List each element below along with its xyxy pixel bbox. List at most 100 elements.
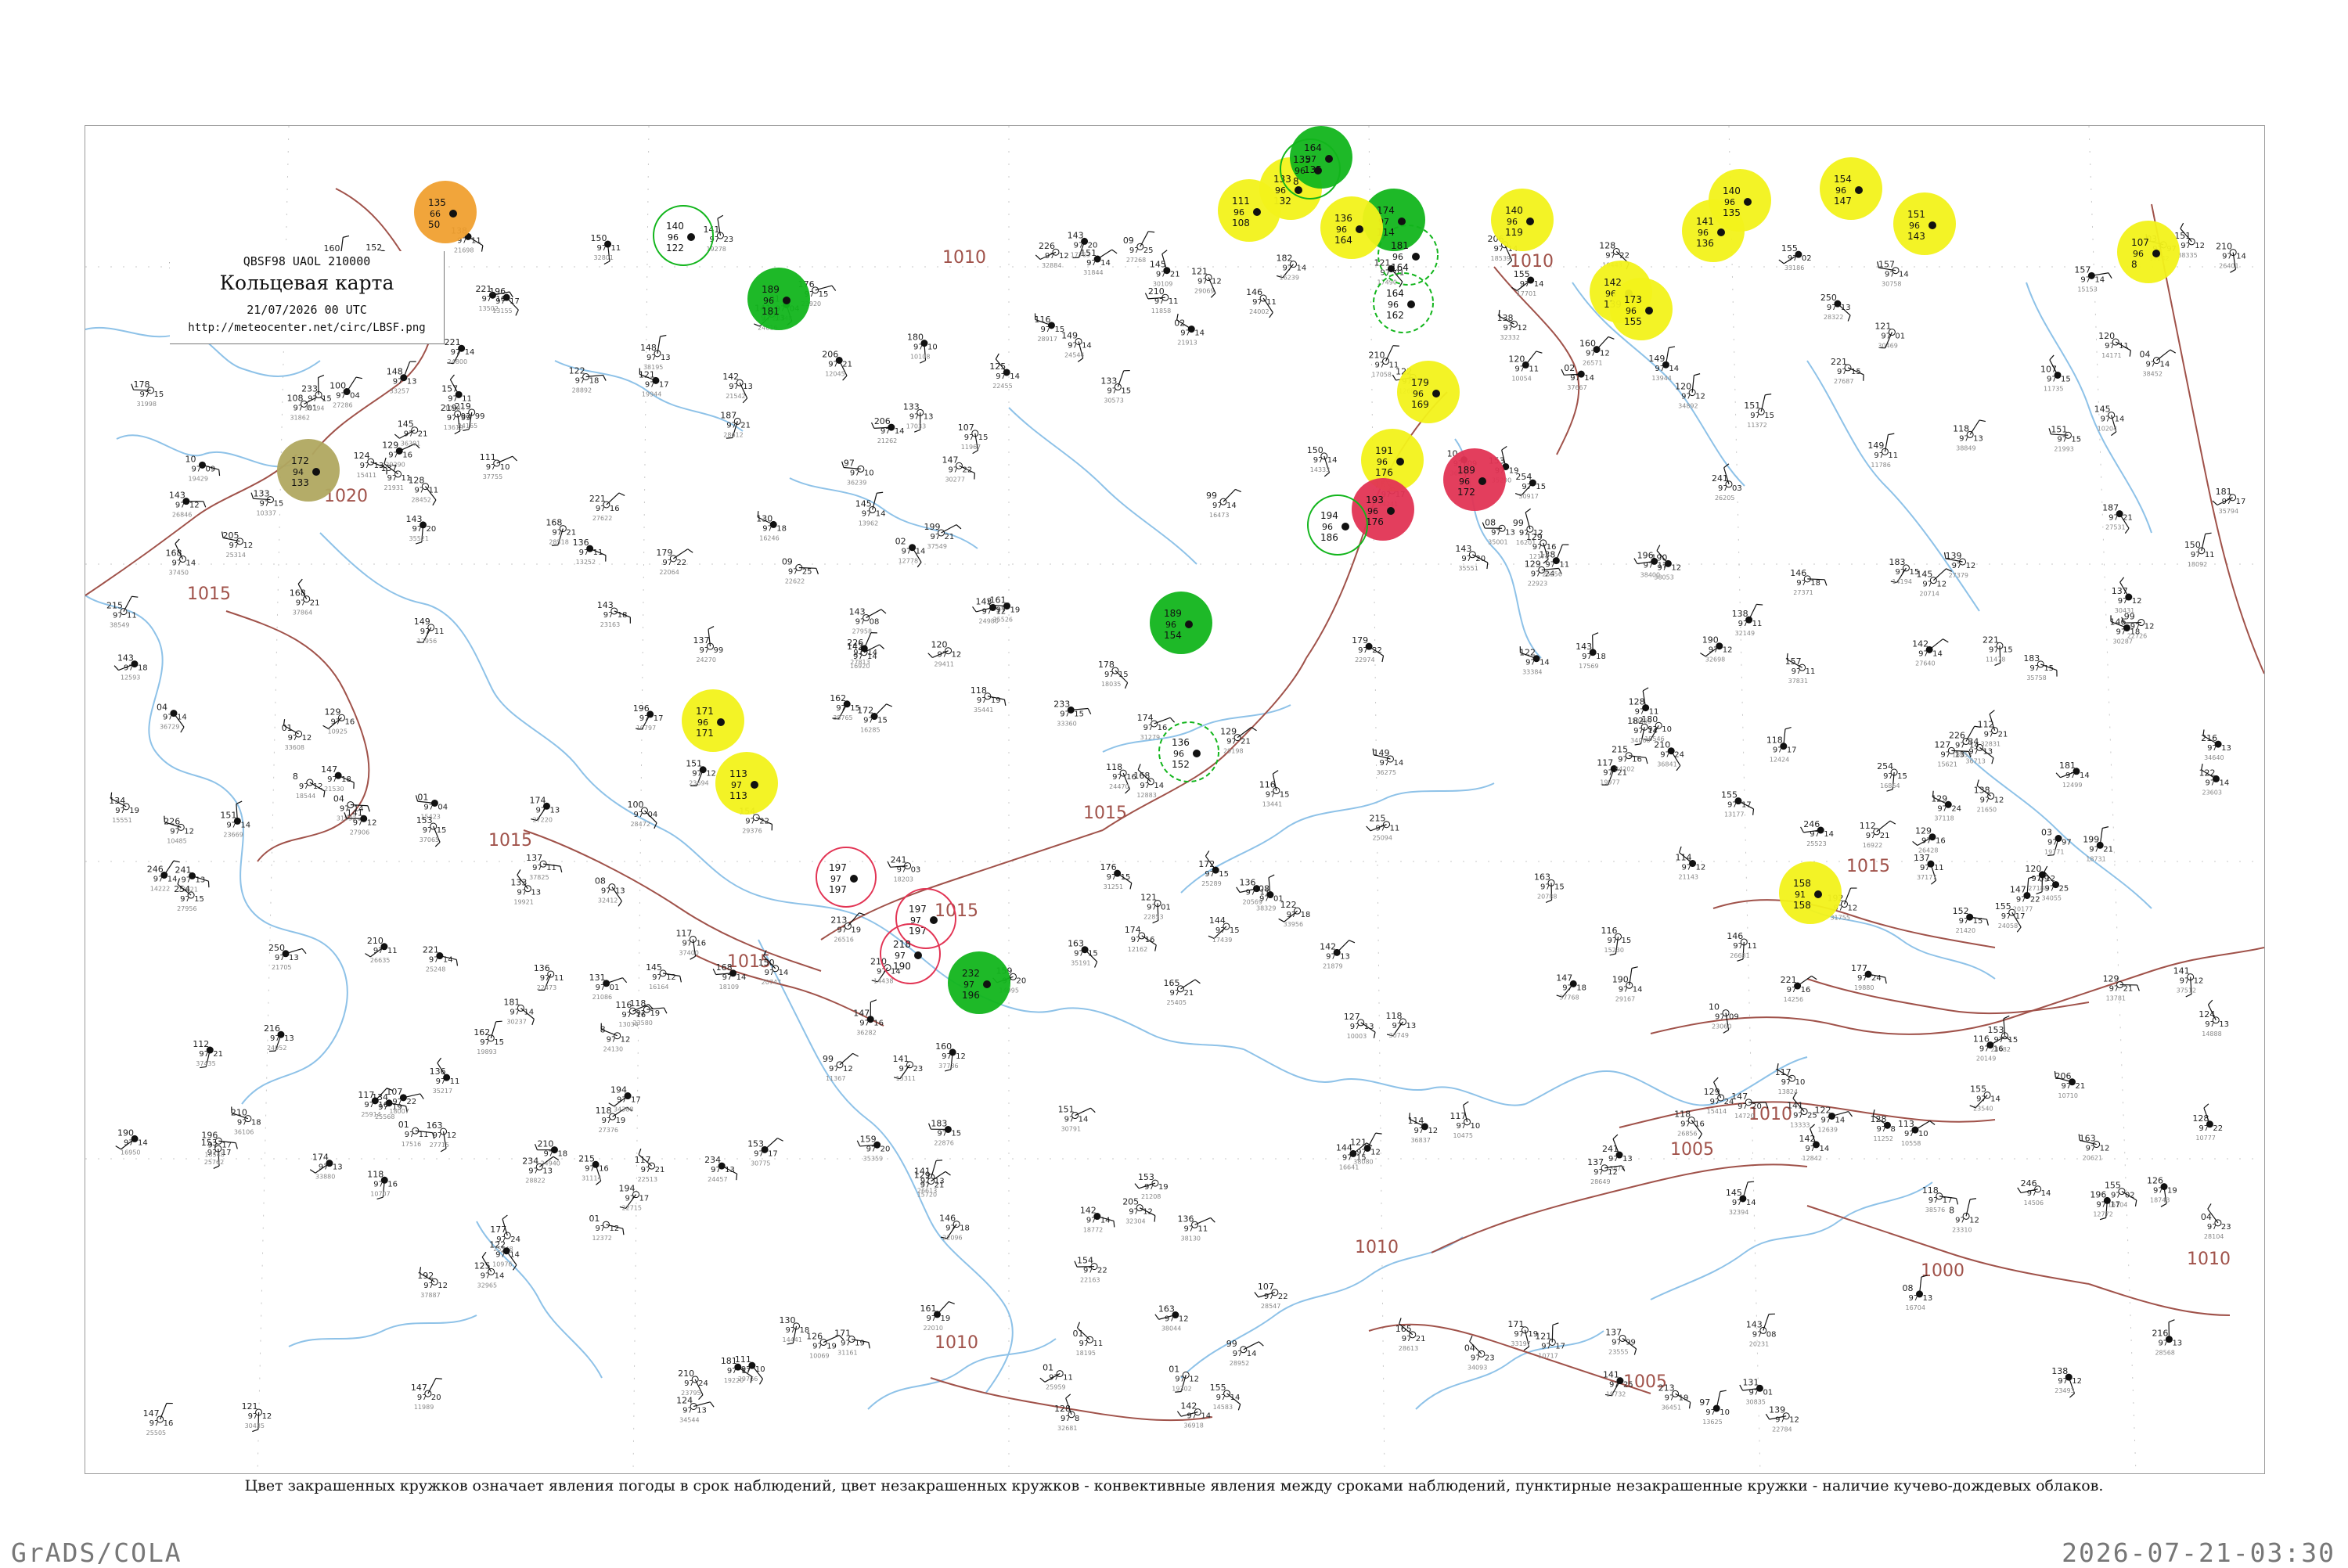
svg-text:152: 152 xyxy=(1172,759,1190,770)
svg-text:26681: 26681 xyxy=(1730,952,1749,959)
svg-text:24058: 24058 xyxy=(1998,922,2018,930)
svg-text:14: 14 xyxy=(1226,502,1237,510)
svg-text:25248: 25248 xyxy=(426,966,445,973)
svg-text:18: 18 xyxy=(2130,628,2140,636)
svg-text:142: 142 xyxy=(1320,941,1336,951)
svg-text:12424: 12424 xyxy=(1770,757,1789,764)
svg-text:13: 13 xyxy=(2219,1020,2229,1029)
station-plot: 145971413962 xyxy=(855,492,886,527)
weather-phenomenon-marker: 18996172 xyxy=(1443,448,1506,511)
svg-text:21: 21 xyxy=(2103,845,2113,854)
svg-text:26256: 26256 xyxy=(1542,571,1561,578)
svg-text:12: 12 xyxy=(1671,563,1681,572)
svg-text:159: 159 xyxy=(860,1134,877,1144)
svg-text:35521: 35521 xyxy=(409,535,429,542)
svg-text:15: 15 xyxy=(154,390,164,399)
svg-text:12: 12 xyxy=(2194,977,2204,986)
svg-text:139: 139 xyxy=(1946,551,1962,561)
svg-text:23603: 23603 xyxy=(2202,789,2221,796)
station-plot: 145971410204 xyxy=(2094,405,2125,436)
svg-text:254: 254 xyxy=(1515,472,1532,482)
svg-text:129: 129 xyxy=(914,1170,931,1180)
svg-text:13252: 13252 xyxy=(576,559,596,566)
station-plot: 206971421262 xyxy=(872,416,905,444)
svg-text:08: 08 xyxy=(1766,1330,1777,1339)
station-plot: 01971233608 xyxy=(282,719,312,751)
station-plot: 171971931161 xyxy=(834,1329,870,1357)
svg-text:27687: 27687 xyxy=(1834,378,1853,385)
svg-text:174: 174 xyxy=(1125,925,1141,935)
svg-text:27956: 27956 xyxy=(177,905,196,912)
svg-text:27531: 27531 xyxy=(2105,524,2125,531)
svg-text:234: 234 xyxy=(704,1155,721,1165)
svg-text:17516: 17516 xyxy=(402,1141,421,1148)
svg-text:12: 12 xyxy=(2132,597,2142,606)
svg-text:30573: 30573 xyxy=(1104,397,1123,405)
svg-text:150: 150 xyxy=(1307,445,1323,455)
svg-text:190: 190 xyxy=(1702,635,1719,646)
station-plot: 213971936451 xyxy=(1658,1383,1691,1411)
station-plot: 172971525289 xyxy=(1198,851,1229,887)
map-header: QBSF98 UAOL 210000 Кольцевая карта 21/07… xyxy=(170,251,445,344)
svg-text:171: 171 xyxy=(696,706,714,717)
svg-text:151: 151 xyxy=(686,759,702,769)
svg-text:30835: 30835 xyxy=(1745,1398,1765,1405)
svg-text:15: 15 xyxy=(494,1038,504,1047)
svg-text:197: 197 xyxy=(829,884,847,895)
svg-text:108: 108 xyxy=(286,393,303,403)
station-plot: 150971118092 xyxy=(2184,533,2215,568)
svg-text:124: 124 xyxy=(354,451,370,461)
svg-text:16864: 16864 xyxy=(1880,782,1900,789)
svg-text:15: 15 xyxy=(850,704,860,713)
svg-text:15411: 15411 xyxy=(357,472,376,479)
svg-text:15153: 15153 xyxy=(2077,286,2097,293)
station-plot: 233971533360 xyxy=(1053,699,1090,727)
svg-text:10: 10 xyxy=(927,343,938,352)
svg-text:233: 233 xyxy=(301,384,318,394)
svg-text:171: 171 xyxy=(834,1329,851,1339)
svg-text:18: 18 xyxy=(1810,579,1820,588)
svg-text:37831: 37831 xyxy=(1788,678,1808,685)
svg-text:12: 12 xyxy=(1994,796,2004,804)
svg-text:136: 136 xyxy=(1334,213,1352,224)
svg-text:149: 149 xyxy=(1867,441,1884,451)
svg-text:141: 141 xyxy=(893,1054,909,1064)
svg-text:218: 218 xyxy=(893,939,911,950)
svg-text:16: 16 xyxy=(402,451,412,459)
svg-text:174: 174 xyxy=(529,795,546,805)
svg-text:164: 164 xyxy=(1304,142,1322,153)
svg-text:14171: 14171 xyxy=(2101,352,2121,359)
station-plot: 216971328568 xyxy=(2152,1320,2182,1357)
isobar-label: 1015 xyxy=(488,831,532,851)
station-plot: 08971332412 xyxy=(595,876,625,907)
svg-text:14: 14 xyxy=(1835,1116,1846,1124)
svg-text:137: 137 xyxy=(526,853,542,863)
svg-text:96: 96 xyxy=(1413,389,1424,399)
svg-text:35551: 35551 xyxy=(1458,565,1478,572)
station-plot: 122971833956 xyxy=(1279,900,1311,928)
svg-text:11367: 11367 xyxy=(826,1075,845,1082)
svg-text:28452: 28452 xyxy=(411,497,430,504)
svg-text:30469: 30469 xyxy=(1878,343,1897,350)
svg-text:11: 11 xyxy=(1389,361,1399,370)
svg-text:24457: 24457 xyxy=(708,1176,727,1183)
svg-text:179: 179 xyxy=(1411,377,1429,388)
svg-text:20788: 20788 xyxy=(1537,893,1557,900)
station-plot: 139971227379 xyxy=(1945,551,1976,579)
station-plot: 145972136301 xyxy=(394,419,427,448)
svg-text:172: 172 xyxy=(1457,487,1475,498)
svg-text:14: 14 xyxy=(1540,659,1550,667)
svg-text:21: 21 xyxy=(418,430,428,439)
svg-text:16201: 16201 xyxy=(1516,539,1536,546)
svg-text:22: 22 xyxy=(406,1098,416,1106)
svg-text:21931: 21931 xyxy=(384,484,404,491)
svg-text:17: 17 xyxy=(654,714,664,723)
station-plot: 117972122513 xyxy=(635,1149,665,1183)
station-plot: 121971229069 xyxy=(1191,267,1222,298)
svg-text:15621: 15621 xyxy=(1937,761,1957,768)
station-plot: 143971812593 xyxy=(114,653,148,682)
svg-text:11: 11 xyxy=(1888,451,1898,460)
svg-text:107: 107 xyxy=(2131,237,2149,248)
svg-text:210: 210 xyxy=(537,1139,553,1149)
station-plot: 241970318203 xyxy=(888,855,920,883)
